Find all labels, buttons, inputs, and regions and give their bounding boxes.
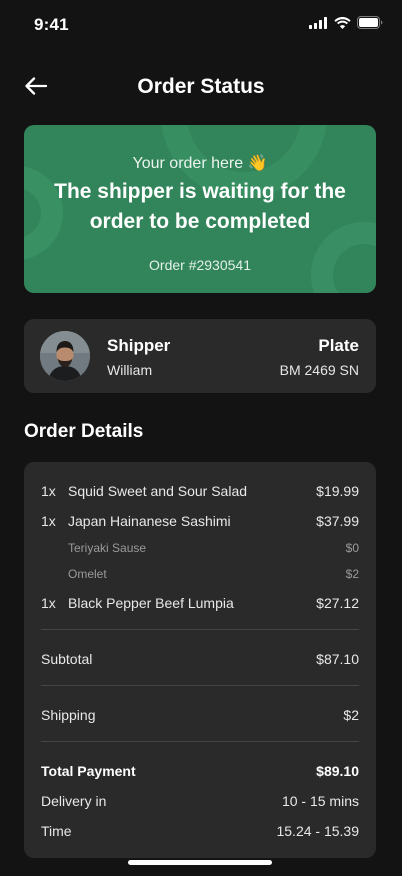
total-row: Total Payment $89.10 bbox=[41, 761, 359, 781]
item-qty: 1x bbox=[41, 595, 56, 611]
shipping-value: $2 bbox=[343, 707, 359, 723]
subtotal-value: $87.10 bbox=[316, 651, 359, 667]
order-number: Order #2930541 bbox=[149, 257, 251, 273]
delivery-row: Delivery in 10 - 15 mins bbox=[41, 791, 359, 811]
order-item: 1x Squid Sweet and Sour Salad $19.99 bbox=[41, 481, 359, 501]
status-icons bbox=[309, 16, 383, 29]
subtotal-row: Subtotal $87.10 bbox=[41, 649, 359, 669]
order-item: 1x Black Pepper Beef Lumpia $27.12 bbox=[41, 593, 359, 613]
order-status-banner: Your order here 👋 The shipper is waiting… bbox=[24, 125, 376, 293]
shipping-label: Shipping bbox=[41, 707, 96, 723]
item-price: $19.99 bbox=[316, 483, 359, 499]
addon-price: $0 bbox=[345, 541, 359, 555]
item-qty: 1x bbox=[41, 483, 56, 499]
shipping-row: Shipping $2 bbox=[41, 705, 359, 725]
divider bbox=[41, 685, 359, 686]
avatar bbox=[40, 331, 90, 381]
banner-message: The shipper is waiting for the order to … bbox=[54, 180, 346, 233]
delivery-value: 10 - 15 mins bbox=[281, 793, 359, 809]
shipper-card: Shipper William Plate BM 2469 SN bbox=[24, 319, 376, 393]
shipper-photo bbox=[40, 331, 90, 381]
battery-icon bbox=[357, 16, 383, 29]
order-item: 1x Japan Hainanese Sashimi $37.99 bbox=[41, 511, 359, 531]
item-price: $27.12 bbox=[316, 595, 359, 611]
item-name: Black Pepper Beef Lumpia bbox=[68, 595, 234, 611]
item-name: Squid Sweet and Sour Salad bbox=[68, 483, 248, 499]
home-indicator[interactable] bbox=[128, 860, 272, 865]
status-bar: 9:41 bbox=[0, 0, 402, 50]
wifi-icon bbox=[334, 16, 351, 29]
time-label: Time bbox=[41, 823, 72, 839]
divider bbox=[41, 629, 359, 630]
order-details-title: Order Details bbox=[24, 421, 144, 442]
addon-item: Teriyaki Sause $0 bbox=[41, 538, 359, 558]
order-details-card: 1x Squid Sweet and Sour Salad $19.99 1x … bbox=[24, 462, 376, 858]
page-title: Order Status bbox=[137, 75, 265, 98]
plate-value: BM 2469 SN bbox=[279, 362, 359, 378]
divider bbox=[41, 741, 359, 742]
signal-icon bbox=[309, 16, 327, 29]
plate-label: Plate bbox=[318, 336, 359, 355]
total-value: $89.10 bbox=[316, 763, 359, 779]
addon-price: $2 bbox=[345, 567, 359, 581]
item-price: $37.99 bbox=[316, 513, 359, 529]
total-label: Total Payment bbox=[41, 763, 136, 779]
banner-subtitle: Your order here 👋 bbox=[132, 155, 268, 172]
shipper-name: William bbox=[107, 362, 153, 378]
status-time: 9:41 bbox=[34, 15, 69, 34]
addon-name: Omelet bbox=[68, 567, 107, 581]
header: Order Status bbox=[0, 64, 402, 108]
time-row: Time 15.24 - 15.39 bbox=[41, 821, 359, 841]
delivery-label: Delivery in bbox=[41, 793, 107, 809]
shipper-label: Shipper bbox=[107, 336, 171, 355]
subtotal-label: Subtotal bbox=[41, 651, 93, 667]
addon-name: Teriyaki Sause bbox=[68, 541, 147, 555]
item-name: Japan Hainanese Sashimi bbox=[68, 513, 231, 529]
time-value: 15.24 - 15.39 bbox=[276, 823, 359, 839]
item-qty: 1x bbox=[41, 513, 56, 529]
addon-item: Omelet $2 bbox=[41, 564, 359, 584]
